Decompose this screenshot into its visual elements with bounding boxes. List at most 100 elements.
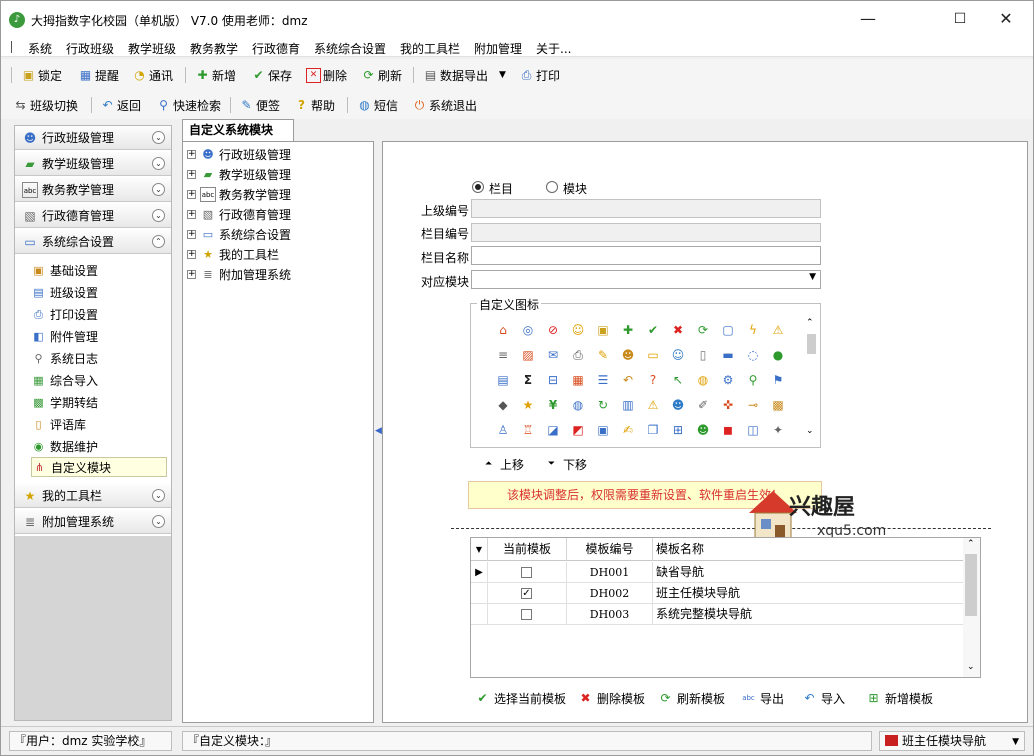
stamp-icon[interactable]: ◼ bbox=[720, 422, 736, 438]
delete-template-button[interactable]: ✖ 删除模板 bbox=[578, 689, 645, 707]
tree-node-settings[interactable]: + ▭ 系统综合设置 bbox=[187, 225, 291, 243]
exit-system-button[interactable]: ⏻ 系统退出 bbox=[412, 96, 477, 114]
tree-node-my-toolbar[interactable]: + ★ 我的工具栏 bbox=[187, 245, 279, 263]
menu-moral[interactable]: 行政德育 bbox=[252, 40, 300, 57]
copy-icon[interactable]: ❐ bbox=[645, 422, 661, 438]
printer-icon[interactable]: ⎙ bbox=[570, 347, 586, 363]
window-icon[interactable]: ▢ bbox=[720, 322, 736, 338]
scroll-thumb[interactable] bbox=[965, 554, 977, 616]
menu-settings[interactable]: 系统综合设置 bbox=[314, 40, 386, 57]
card-icon[interactable]: ▦ bbox=[570, 372, 586, 388]
nav-item-basic-settings[interactable]: ▣ 基础设置 bbox=[31, 260, 167, 280]
id-card-icon[interactable]: ▣ bbox=[595, 422, 611, 438]
parent-code-field[interactable] bbox=[471, 199, 821, 218]
minimize-button[interactable]: — bbox=[845, 1, 891, 37]
nav-group-admin-class[interactable]: ☻ 行政班级管理 ⌄ bbox=[15, 126, 171, 150]
help-doc-icon[interactable]: ? bbox=[645, 372, 661, 388]
arrow-upleft-icon[interactable]: ↖ bbox=[670, 372, 686, 388]
tag-icon[interactable]: ⊟ bbox=[545, 372, 561, 388]
lock-button[interactable]: ▣ 锁定 bbox=[21, 66, 62, 84]
check-icon[interactable]: ✔ bbox=[645, 322, 661, 338]
info-icon[interactable]: ● bbox=[770, 347, 786, 363]
pencil-list-icon[interactable]: ✐ bbox=[695, 397, 711, 413]
table-row-1-name[interactable]: 缺省导航 bbox=[653, 562, 965, 583]
refresh-icon[interactable]: ⟳ bbox=[695, 322, 711, 338]
home-icon[interactable]: ⌂ bbox=[495, 322, 511, 338]
contact-icon[interactable]: ☻ bbox=[695, 422, 711, 438]
nav-group-my-toolbar[interactable]: ★ 我的工具栏 ⌄ bbox=[15, 484, 171, 508]
checklist-icon[interactable]: ☰ bbox=[595, 372, 611, 388]
save-button[interactable]: ✔ 保存 bbox=[251, 66, 292, 84]
person-icon[interactable]: ♙ bbox=[495, 422, 511, 438]
column-name-field[interactable] bbox=[471, 246, 821, 265]
sigma-icon[interactable]: Σ bbox=[520, 372, 536, 388]
nav-group-settings[interactable]: ▭ 系统综合设置 ⌃ bbox=[15, 230, 171, 254]
nav-item-class-settings[interactable]: ▤ 班级设置 bbox=[31, 282, 167, 302]
scroll-thumb[interactable] bbox=[807, 334, 816, 354]
nav-item-comments[interactable]: ▯ 评语库 bbox=[31, 414, 167, 434]
blank-doc-icon[interactable]: ▯ bbox=[695, 347, 711, 363]
plus-icon[interactable]: ✚ bbox=[620, 322, 636, 338]
table-icon[interactable]: ⊞ bbox=[670, 422, 686, 438]
move-up-button[interactable]: ⏶ 上移 bbox=[481, 455, 524, 473]
import-template-button[interactable]: ↶ 导入 bbox=[802, 689, 845, 707]
table-row-2-name[interactable]: 班主任模块导航 bbox=[653, 583, 965, 604]
back-button[interactable]: ↶ 返回 bbox=[100, 96, 141, 114]
warning-icon[interactable]: ⚠ bbox=[770, 322, 786, 338]
nav-group-moral[interactable]: ▧ 行政德育管理 ⌄ bbox=[15, 204, 171, 228]
lock-icon[interactable]: ▣ bbox=[595, 322, 611, 338]
remind-button[interactable]: ▦ 提醒 bbox=[78, 66, 119, 84]
table-row-3-checkbox-cell[interactable] bbox=[488, 604, 567, 625]
nav-group-addons[interactable]: ≣ 附加管理系统 ⌄ bbox=[15, 510, 171, 534]
nav-template-selector[interactable]: 班主任模块导航 ▼ bbox=[879, 731, 1025, 751]
quick-search-button[interactable]: ⚲ 快速检索 bbox=[156, 96, 221, 114]
nav-item-data-maintenance[interactable]: ◉ 数据维护 bbox=[31, 436, 167, 456]
expand-icon[interactable]: + bbox=[187, 209, 196, 219]
tools-icon[interactable]: ✦ bbox=[770, 422, 786, 438]
nav-item-print-settings[interactable]: ⎙ 打印设置 bbox=[31, 304, 167, 324]
nav-group-academic[interactable]: abc 教务教学管理 ⌄ bbox=[15, 178, 171, 202]
note-edit-icon[interactable]: ◫ bbox=[745, 422, 761, 438]
table-row-1-checkbox-cell[interactable] bbox=[488, 562, 567, 583]
alert-icon[interactable]: ⚠ bbox=[645, 397, 661, 413]
expand-icon[interactable]: + bbox=[187, 249, 196, 259]
menu-my-toolbar[interactable]: 我的工具栏 bbox=[400, 40, 460, 57]
speech-icon[interactable]: ◌ bbox=[745, 347, 761, 363]
tab-custom-module[interactable]: 自定义系统模块 bbox=[182, 119, 294, 141]
switch-class-button[interactable]: ⇆ 班级切换 bbox=[13, 96, 78, 114]
pen-icon[interactable]: ✎ bbox=[595, 347, 611, 363]
bubble-icon[interactable]: ◍ bbox=[695, 372, 711, 388]
icon-picker-scrollbar[interactable]: ⌃ ⌄ bbox=[803, 316, 819, 444]
flag-icon[interactable]: ⚑ bbox=[770, 372, 786, 388]
cube-icon[interactable]: ◆ bbox=[495, 397, 511, 413]
cycle-icon[interactable]: ↻ bbox=[595, 397, 611, 413]
tree-node-teaching-class[interactable]: + ▰ 教学班级管理 bbox=[187, 165, 291, 183]
scroll-up-icon[interactable]: ⌃ bbox=[806, 318, 814, 328]
tree-node-academic[interactable]: + abc 教务教学管理 bbox=[187, 185, 291, 203]
user-icon[interactable]: ☻ bbox=[620, 347, 636, 363]
menu-teaching-class[interactable]: 教学班级 bbox=[128, 40, 176, 57]
puzzle-icon[interactable]: ✜ bbox=[720, 397, 736, 413]
menu-system[interactable]: 系统 bbox=[28, 40, 52, 57]
expand-icon[interactable]: + bbox=[187, 149, 196, 159]
column-header-current[interactable]: 当前模板 bbox=[488, 538, 567, 561]
row-checkbox[interactable] bbox=[521, 609, 532, 620]
move-down-button[interactable]: ⏷ 下移 bbox=[544, 455, 587, 473]
report-icon[interactable]: ▤ bbox=[495, 372, 511, 388]
close-button[interactable]: ✕ bbox=[983, 1, 1029, 37]
column-code-field[interactable] bbox=[471, 223, 821, 242]
expand-icon[interactable]: + bbox=[187, 229, 196, 239]
document-chart-icon[interactable]: ▥ bbox=[620, 397, 636, 413]
car-icon[interactable]: ▬ bbox=[720, 347, 736, 363]
chart-red-icon[interactable]: ◩ bbox=[570, 422, 586, 438]
scroll-down-icon[interactable]: ⌄ bbox=[967, 662, 975, 672]
radio-module[interactable] bbox=[546, 181, 558, 193]
smile-icon[interactable]: ☺ bbox=[570, 322, 586, 338]
help-button[interactable]: ? 帮助 bbox=[294, 96, 335, 114]
maximize-button[interactable]: ☐ bbox=[937, 1, 983, 37]
tree-node-moral[interactable]: + ▧ 行政德育管理 bbox=[187, 205, 291, 223]
row-checkbox[interactable] bbox=[521, 567, 532, 578]
folder-star-icon[interactable]: ★ bbox=[520, 397, 536, 413]
add-template-button[interactable]: ⊞ 新增模板 bbox=[866, 689, 933, 707]
column-header-name[interactable]: 模板名称 bbox=[653, 538, 965, 561]
